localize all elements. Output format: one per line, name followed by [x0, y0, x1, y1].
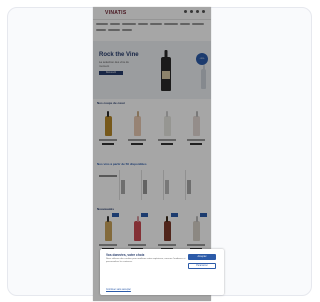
cookie-banner-text: Nous utilisons des cookies pour améliore… [106, 258, 186, 263]
continue-without-accepting-link[interactable]: Continuer sans accepter [106, 289, 131, 291]
cookie-banner-title: Vos données, votre choix [106, 253, 145, 257]
accept-cookies-button[interactable]: Accepter [188, 254, 216, 260]
cookie-settings-button[interactable]: Paramétrer [188, 263, 216, 269]
cookie-banner: Vos données, votre choix Nous utilisons … [100, 249, 224, 295]
